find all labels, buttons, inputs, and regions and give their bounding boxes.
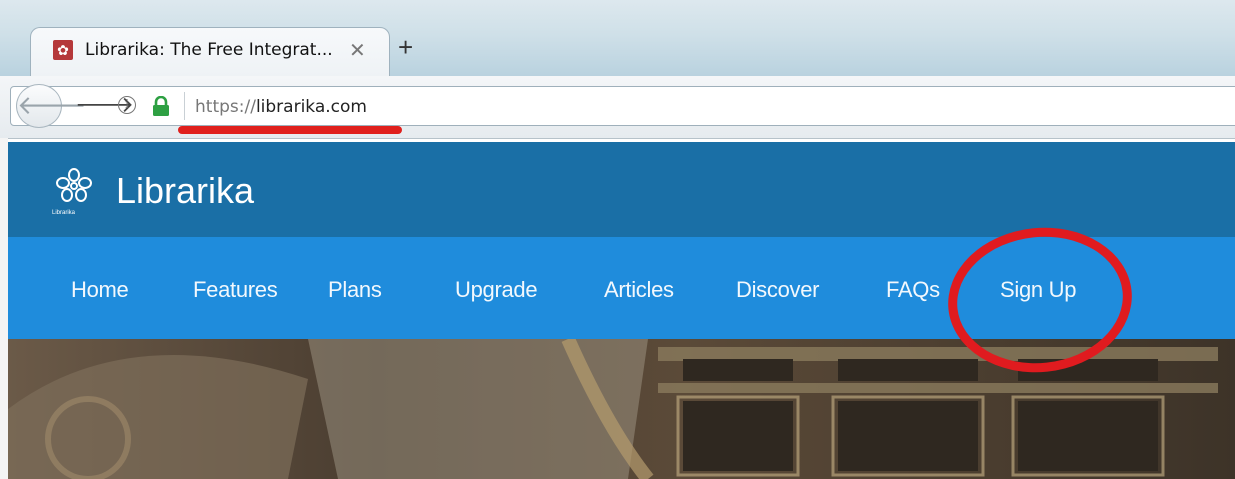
new-tab-button[interactable]: + [398, 34, 413, 60]
logo-caption: Librarika [52, 210, 76, 216]
url-scheme: https:// [195, 97, 256, 117]
back-button[interactable]: 🡐 [16, 84, 87, 128]
nav-faqs[interactable]: FAQs [886, 277, 940, 303]
nav-home[interactable]: Home [71, 277, 129, 303]
tab-title: Librarika: The Free Integrat... [85, 40, 333, 60]
annotation-underline [178, 126, 402, 134]
favicon-icon: ✿ [53, 40, 73, 60]
browser-tab[interactable]: ✿ Librarika: The Free Integrat... ✕ [30, 27, 390, 77]
nav-upgrade[interactable]: Upgrade [455, 277, 538, 303]
tab-strip: ✿ Librarika: The Free Integrat... ✕ + [0, 0, 1235, 77]
url-host: librarika.com [255, 97, 367, 117]
close-icon[interactable]: ✕ [349, 38, 366, 63]
page-left-edge [0, 138, 8, 479]
nav-discover[interactable]: Discover [736, 277, 819, 303]
info-icon[interactable]: i [118, 96, 136, 114]
nav-features[interactable]: Features [193, 277, 278, 303]
url-separator [184, 92, 185, 120]
nav-plans[interactable]: Plans [328, 277, 382, 303]
lock-icon[interactable] [152, 96, 170, 116]
url-bar[interactable] [10, 86, 1235, 126]
nav-articles[interactable]: Articles [604, 277, 674, 303]
url-text[interactable]: https://librarika.com [195, 97, 367, 117]
site-title[interactable]: Librarika [116, 170, 254, 212]
site-header: Librarika Librarika [8, 142, 1235, 237]
